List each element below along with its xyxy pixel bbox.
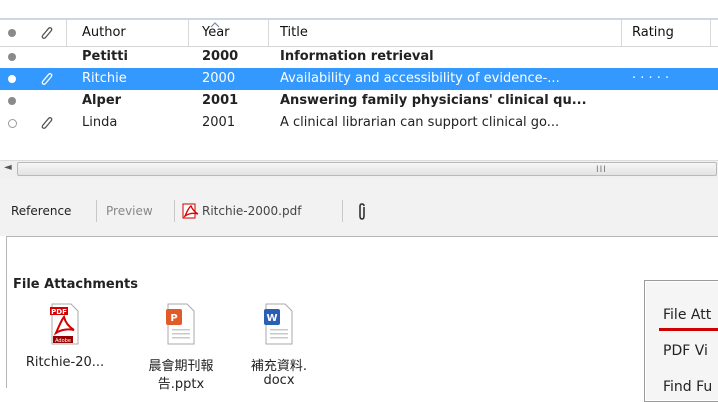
svg-text:P: P: [170, 313, 177, 324]
attachment-name: 晨會期刊報: [148, 359, 214, 374]
read-status-header-icon[interactable]: [8, 29, 16, 37]
year-cell: 2001: [202, 93, 239, 108]
table-row[interactable]: Alper 2001 Answering family physicians' cl…: [0, 90, 718, 112]
rating-cell: [632, 90, 712, 112]
author-cell: Petitti: [82, 49, 128, 64]
title-cell: Information retrieval: [280, 49, 434, 64]
svg-text:W: W: [266, 313, 277, 324]
header-divider: [710, 20, 711, 46]
attachment-name: 補充資料.: [250, 359, 308, 374]
scroll-left-icon[interactable]: ◄: [4, 162, 12, 173]
attachment-name-line2: docx: [263, 373, 295, 388]
header-divider: [66, 20, 67, 46]
docx-file-icon: W: [264, 303, 293, 345]
author-cell: Alper: [82, 93, 122, 108]
header-divider: [621, 20, 622, 46]
horizontal-scrollbar[interactable]: ◄ III: [0, 160, 718, 179]
rating-cell: [632, 46, 712, 68]
paperclip-icon[interactable]: [356, 203, 368, 221]
rating-cell: · · · · ·: [632, 71, 670, 86]
attachment-name: Ritchie-20...: [25, 355, 105, 370]
reference-list[interactable]: Author Year Title Rating Petitti 2000 Info…: [0, 20, 718, 163]
pdf-icon: [182, 203, 199, 219]
menu-item-underline: [659, 328, 718, 331]
svg-text:PDF: PDF: [51, 308, 67, 316]
year-cell: 2000: [202, 71, 236, 86]
svg-text:Adobe: Adobe: [55, 338, 71, 344]
author-cell: Linda: [82, 115, 118, 130]
file-attachments-title: File Attachments: [13, 277, 138, 292]
read-status-icon[interactable]: [8, 75, 16, 83]
author-cell: Ritchie: [82, 71, 127, 86]
column-header-row: Author Year Title Rating: [0, 20, 718, 47]
pptx-file-icon: P: [166, 303, 195, 345]
tab-pdf-file[interactable]: Ritchie-2000.pdf: [202, 204, 301, 218]
scrollbar-grip: III: [596, 165, 607, 175]
rating-cell: [632, 112, 712, 134]
menu-item-file-attachments[interactable]: File Att: [663, 307, 711, 323]
tab-preview[interactable]: Preview: [106, 204, 153, 218]
context-menu: File Att PDF Vi Find Fu: [644, 280, 718, 402]
title-cell: Answering family physicians' clinical qu…: [280, 93, 587, 108]
read-status-icon[interactable]: [8, 97, 16, 105]
year-cell: 2000: [202, 49, 239, 64]
paperclip-icon: [41, 73, 53, 85]
detail-tab-bar: Reference Preview Ritchie-2000.pdf: [0, 178, 718, 236]
paperclip-icon: [41, 117, 53, 129]
window-top-strip: [0, 0, 718, 20]
rating-column-header[interactable]: Rating: [632, 20, 674, 46]
pdf-file-icon: PDF Adobe: [50, 303, 79, 345]
scrollbar-thumb[interactable]: III: [17, 162, 717, 176]
attachment-header-icon[interactable]: [38, 25, 54, 41]
title-column-header[interactable]: Title: [280, 20, 308, 46]
header-divider: [188, 20, 189, 46]
header-divider: [268, 20, 269, 46]
author-column-header[interactable]: Author: [82, 20, 126, 46]
sort-ascending-icon: [210, 22, 220, 28]
table-row[interactable]: Linda 2001 A clinical librarian can suppor…: [0, 112, 718, 134]
year-cell: 2001: [202, 115, 236, 130]
tab-divider: [174, 200, 175, 222]
title-cell: A clinical librarian can support clinica…: [280, 115, 560, 130]
tab-divider: [96, 200, 97, 222]
menu-item-find-full-text[interactable]: Find Fu: [663, 379, 712, 395]
tab-reference[interactable]: Reference: [11, 204, 71, 218]
attachment-name-line2: 告.pptx: [157, 377, 205, 392]
table-row[interactable]: Ritchie 2000 Availability and accessibilit…: [0, 68, 718, 90]
read-status-icon[interactable]: [8, 119, 17, 128]
menu-item-pdf-viewer[interactable]: PDF Vi: [663, 343, 708, 359]
reference-panel: File Attachments PDF Adobe Ritchie-20...…: [6, 236, 718, 392]
read-status-icon[interactable]: [8, 53, 16, 61]
title-cell: Availability and accessibility of eviden…: [280, 71, 560, 86]
tab-divider: [342, 200, 343, 222]
table-row[interactable]: Petitti 2000 Information retrieval: [0, 46, 718, 68]
